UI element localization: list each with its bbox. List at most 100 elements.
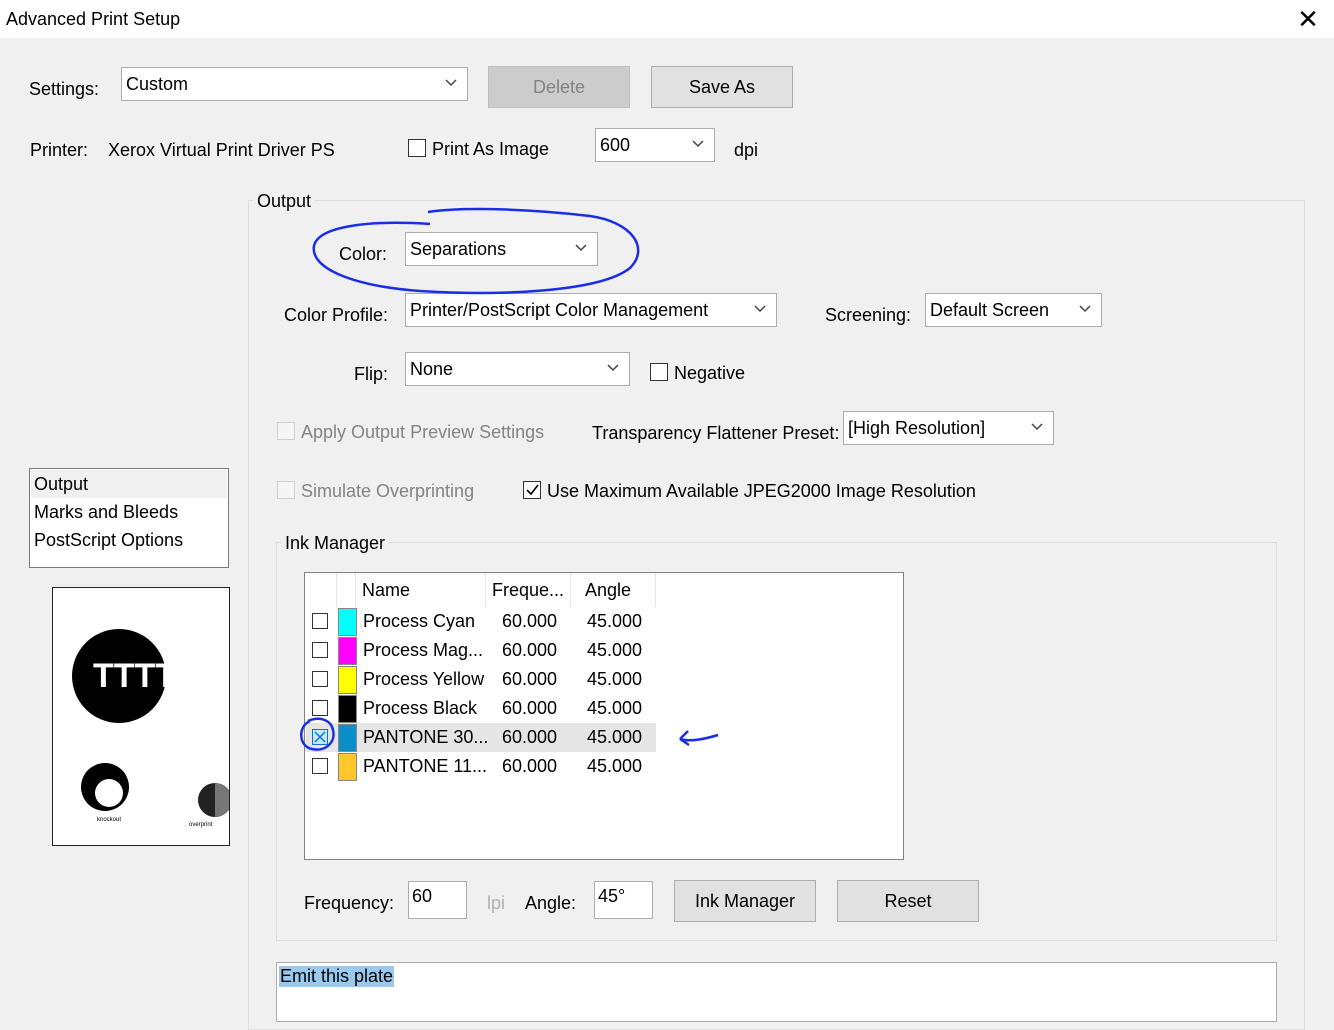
flip-dropdown[interactable]: None bbox=[405, 352, 630, 386]
ink-angle: 45.000 bbox=[587, 611, 643, 631]
chevron-down-icon bbox=[599, 353, 629, 385]
checkmark-icon bbox=[526, 484, 539, 496]
flip-label: Flip: bbox=[354, 364, 389, 384]
dpi-dropdown[interactable]: 600 bbox=[595, 128, 715, 162]
angle-value: 45° bbox=[598, 886, 626, 906]
ink-name: Process Black bbox=[363, 698, 478, 718]
ink-table: Name Freque... Angle Process Cyan 60.000 4… bbox=[304, 572, 904, 860]
negative-label: Negative bbox=[674, 363, 746, 383]
frequency-input[interactable]: 60 bbox=[408, 881, 467, 919]
ink-angle: 45.000 bbox=[587, 756, 643, 776]
ink-name: Process Cyan bbox=[363, 611, 476, 631]
color-value: Separations bbox=[410, 239, 507, 259]
description-box[interactable]: Emit this plate bbox=[276, 962, 1277, 1022]
section-list: Output Marks and Bleeds PostScript Optio… bbox=[29, 468, 229, 568]
ink-row[interactable]: Process Mag... 60.000 45.000 bbox=[306, 636, 656, 665]
ink-row[interactable]: PANTONE 30... 60.000 45.000 bbox=[306, 723, 656, 752]
col-angle-header[interactable]: Angle bbox=[571, 573, 656, 607]
ink-row[interactable]: Process Cyan 60.000 45.000 bbox=[306, 607, 656, 636]
delete-button[interactable]: Delete bbox=[488, 66, 630, 108]
ink-frequency: 60.000 bbox=[502, 611, 558, 631]
settings-value: Custom bbox=[126, 74, 189, 94]
settings-label: Settings: bbox=[29, 79, 100, 99]
angle-label: Angle: bbox=[525, 893, 577, 913]
color-profile-label: Color Profile: bbox=[284, 305, 389, 325]
apply-preview-checkbox[interactable] bbox=[277, 422, 295, 440]
preview-tag-text: TTTT bbox=[93, 657, 176, 695]
lpi-label: lpi bbox=[487, 893, 506, 913]
flattener-dropdown[interactable]: [High Resolution] bbox=[843, 411, 1054, 445]
col-frequency-header[interactable]: Freque... bbox=[486, 573, 571, 607]
save-as-button[interactable]: Save As bbox=[651, 66, 793, 108]
chevron-down-icon bbox=[567, 233, 597, 265]
simulate-overprint-checkbox[interactable] bbox=[277, 481, 295, 499]
ink-frequency: 60.000 bbox=[502, 727, 558, 747]
nav-item-output[interactable]: Output bbox=[34, 474, 88, 495]
color-profile-dropdown[interactable]: Printer/PostScript Color Management bbox=[405, 293, 777, 327]
chevron-down-icon bbox=[746, 294, 776, 326]
apply-preview-label: Apply Output Preview Settings bbox=[301, 422, 545, 442]
nav-item-postscript-options[interactable]: PostScript Options bbox=[34, 530, 183, 551]
ink-name: PANTONE 11... bbox=[363, 756, 488, 776]
ink-swatch bbox=[338, 724, 357, 752]
negative-checkbox[interactable] bbox=[650, 363, 668, 381]
chevron-down-icon bbox=[1023, 412, 1053, 444]
ink-row[interactable]: Process Yellow 60.000 45.000 bbox=[306, 665, 656, 694]
reset-button[interactable]: Reset bbox=[837, 880, 979, 922]
ink-name: PANTONE 30... bbox=[363, 727, 489, 747]
ink-angle: 45.000 bbox=[587, 727, 643, 747]
dpi-unit: dpi bbox=[734, 140, 759, 160]
ink-row[interactable]: PANTONE 11... 60.000 45.000 bbox=[306, 752, 656, 781]
window-title: Advanced Print Setup bbox=[6, 9, 181, 29]
ink-name: Process Yellow bbox=[363, 669, 485, 689]
chevron-down-icon bbox=[437, 68, 467, 100]
ink-row-checkbox[interactable] bbox=[312, 758, 328, 774]
jpeg2000-label: Use Maximum Available JPEG2000 Image Res… bbox=[547, 481, 976, 501]
preview-graphic: TTTT knockout overprint bbox=[72, 629, 229, 828]
overprint-label: overprint bbox=[189, 822, 213, 828]
color-profile-value: Printer/PostScript Color Management bbox=[410, 300, 709, 320]
x-mark-icon bbox=[314, 731, 326, 743]
frequency-label: Frequency: bbox=[304, 893, 395, 913]
col-swatch-header bbox=[337, 573, 356, 607]
ink-manager-button[interactable]: Ink Manager bbox=[674, 880, 816, 922]
screening-dropdown[interactable]: Default Screen bbox=[925, 293, 1102, 327]
ink-name: Process Mag... bbox=[363, 640, 484, 660]
jpeg2000-checkbox[interactable] bbox=[523, 481, 541, 499]
ink-row-checkbox[interactable] bbox=[312, 671, 328, 687]
frequency-value: 60 bbox=[412, 886, 433, 906]
close-icon[interactable]: ✕ bbox=[1292, 4, 1324, 34]
ink-frequency: 60.000 bbox=[502, 756, 558, 776]
ink-row-checkbox[interactable] bbox=[312, 642, 328, 658]
ink-swatch bbox=[338, 695, 357, 723]
ink-row-checkbox[interactable] bbox=[312, 700, 328, 716]
ink-swatch bbox=[338, 608, 357, 636]
angle-input[interactable]: 45° bbox=[594, 881, 653, 919]
page-preview: TTTT knockout overprint bbox=[52, 587, 230, 846]
ink-frequency: 60.000 bbox=[502, 698, 558, 718]
settings-dropdown[interactable]: Custom bbox=[121, 67, 468, 101]
col-name-header[interactable]: Name bbox=[356, 573, 486, 607]
col-check-header bbox=[305, 573, 337, 607]
flattener-label: Transparency Flattener Preset: bbox=[592, 423, 840, 443]
chevron-down-icon bbox=[1071, 294, 1101, 326]
screening-value: Default Screen bbox=[930, 300, 1050, 320]
printer-label: Printer: bbox=[30, 140, 89, 160]
print-as-image-checkbox[interactable] bbox=[408, 139, 426, 157]
ink-swatch bbox=[338, 753, 357, 781]
dpi-value: 600 bbox=[600, 135, 631, 155]
color-dropdown[interactable]: Separations bbox=[405, 232, 598, 266]
ink-frequency: 60.000 bbox=[502, 669, 558, 689]
ink-row-checkbox[interactable] bbox=[312, 613, 328, 629]
ink-row-checkbox[interactable] bbox=[312, 729, 328, 745]
ink-swatch bbox=[338, 637, 357, 665]
color-label: Color: bbox=[339, 244, 388, 264]
ink-angle: 45.000 bbox=[587, 669, 643, 689]
flip-value: None bbox=[410, 359, 454, 379]
ink-row[interactable]: Process Black 60.000 45.000 bbox=[306, 694, 656, 723]
screening-label: Screening: bbox=[825, 305, 912, 325]
printer-name: Xerox Virtual Print Driver PS bbox=[108, 140, 335, 160]
nav-item-marks-and-bleeds[interactable]: Marks and Bleeds bbox=[34, 502, 178, 523]
ink-frequency: 60.000 bbox=[502, 640, 558, 660]
title-bar: Advanced Print Setup ✕ bbox=[0, 0, 1334, 38]
